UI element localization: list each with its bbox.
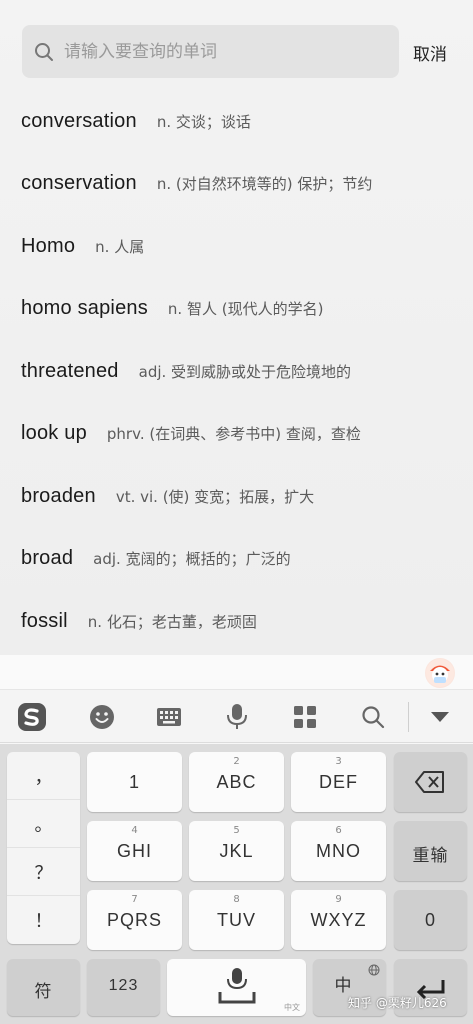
microphone-icon [227, 704, 247, 729]
punct-comma-key[interactable]: ， [7, 752, 80, 800]
definition: n. 人属 [95, 237, 145, 256]
word: conservation [21, 171, 137, 194]
key-label: ABC [216, 772, 257, 792]
key-label: 重输 [412, 846, 449, 866]
list-item[interactable]: broad adj. 宽阔的；概括的；广泛的 [0, 527, 473, 589]
definition: n. 化石；老古董，老顽固 [87, 612, 257, 631]
collapse-keyboard-button[interactable] [420, 690, 460, 744]
search-bar: 取消 [0, 0, 473, 100]
key-number: 6 [335, 825, 342, 836]
grid-icon [294, 706, 316, 728]
key-label: 符 [34, 982, 53, 1002]
key-number: 4 [131, 825, 138, 836]
search-field[interactable] [22, 25, 399, 78]
key-0[interactable]: 0 [394, 890, 467, 950]
list-item[interactable]: fossil n. 化石；老古董，老顽固 [0, 590, 473, 652]
search-icon [362, 706, 385, 729]
word: fossil [21, 609, 68, 632]
list-item[interactable]: Homo n. 人属 [0, 215, 473, 277]
definition: n. 交谈；谈话 [156, 112, 251, 131]
emoji-button[interactable] [82, 690, 122, 744]
chevron-down-icon [431, 712, 449, 722]
keypad: ， 。 ？ ！ 1 2 ABC 3 DEF 4 GHI 5 JKL 6 MNO … [0, 744, 473, 1024]
definition: phrv. (在词典、参考书中) 查阅，查检 [106, 424, 361, 443]
key-label: 123 [108, 977, 139, 994]
voice-input-button[interactable] [217, 690, 257, 744]
key-1[interactable]: 1 [87, 752, 182, 812]
sogou-logo-icon [18, 703, 46, 731]
list-item[interactable]: threatened adj. 受到威胁或处于危险境地的 [0, 340, 473, 402]
keyboard-top-strip [0, 655, 473, 689]
key-number: 7 [131, 894, 138, 905]
search-input[interactable] [64, 35, 384, 69]
key-label: WXYZ [310, 910, 367, 930]
definition: adj. 宽阔的；概括的；广泛的 [93, 549, 291, 568]
word: threatened [21, 359, 119, 382]
word: Homo [21, 234, 76, 257]
toolbar-divider [408, 702, 409, 732]
key-5-jkl[interactable]: 5 JKL [189, 821, 284, 881]
word: broaden [21, 484, 96, 507]
list-item[interactable]: look up phrv. (在词典、参考书中) 查阅，查检 [0, 402, 473, 464]
globe-icon [368, 964, 380, 976]
key-number: 9 [335, 894, 342, 905]
key-label: 0 [424, 910, 436, 930]
space-hint: 中文 [284, 1003, 300, 1012]
key-3-def[interactable]: 3 DEF [291, 752, 386, 812]
search-screen: 取消 conversation n. 交谈；谈话 conservation n.… [0, 0, 473, 655]
word: conversation [21, 109, 137, 132]
key-label: JKL [219, 841, 254, 861]
toolbox-button[interactable] [285, 690, 325, 744]
key-label: PQRS [106, 910, 162, 930]
key-label: DEF [319, 772, 358, 792]
cancel-button[interactable]: 取消 [413, 40, 447, 65]
definition: adj. 受到威胁或处于危险境地的 [138, 362, 352, 381]
punct-question-key[interactable]: ？ [7, 848, 80, 896]
key-9-wxyz[interactable]: 9 WXYZ [291, 890, 386, 950]
backspace-icon [415, 771, 444, 793]
key-number: 2 [233, 756, 240, 767]
keyboard-icon [157, 708, 181, 726]
word: homo sapiens [21, 296, 148, 319]
punct-exclaim-key[interactable]: ！ [7, 896, 80, 944]
space-key[interactable]: 中文 [167, 959, 306, 1016]
keyboard-toolbar [0, 689, 473, 743]
key-label: 1 [128, 772, 140, 792]
punct-period-key[interactable]: 。 [7, 800, 80, 848]
list-item[interactable]: broaden vt. vi. (使) 变宽；拓展，扩大 [0, 465, 473, 527]
sogou-logo-button[interactable] [12, 690, 52, 744]
list-item[interactable]: homo sapiens n. 智人 (现代人的学名) [0, 277, 473, 339]
punctuation-column: ， 。 ？ ！ [7, 752, 80, 944]
emoji-icon [90, 705, 114, 729]
search-icon [35, 43, 53, 61]
microphone-icon [218, 968, 256, 1004]
key-2-abc[interactable]: 2 ABC [189, 752, 284, 812]
list-item[interactable]: conversation n. 交谈；谈话 [0, 90, 473, 152]
numbers-key[interactable]: 123 [87, 959, 160, 1016]
key-number: 5 [233, 825, 240, 836]
key-number: 8 [233, 894, 240, 905]
backspace-key[interactable] [394, 752, 467, 812]
symbols-key[interactable]: 符 [7, 959, 80, 1016]
keyboard: ， 。 ？ ！ 1 2 ABC 3 DEF 4 GHI 5 JKL 6 MNO … [0, 655, 473, 1024]
definition: n. (对自然环境等的) 保护；节约 [156, 174, 373, 193]
keyboard-switch-button[interactable] [149, 690, 189, 744]
key-label: MNO [316, 841, 361, 861]
word: look up [21, 421, 87, 444]
key-4-ghi[interactable]: 4 GHI [87, 821, 182, 881]
key-6-mno[interactable]: 6 MNO [291, 821, 386, 881]
reinput-key[interactable]: 重输 [394, 821, 467, 881]
key-8-tuv[interactable]: 8 TUV [189, 890, 284, 950]
definition: n. 智人 (现代人的学名) [167, 299, 324, 318]
watermark: 知乎 @栗籽儿626 [348, 996, 447, 1010]
mascot-icon[interactable] [425, 658, 455, 688]
definition: vt. vi. (使) 变宽；拓展，扩大 [115, 487, 315, 506]
keyboard-search-button[interactable] [353, 690, 393, 744]
key-7-pqrs[interactable]: 7 PQRS [87, 890, 182, 950]
key-number: 3 [335, 756, 342, 767]
key-label: TUV [217, 910, 256, 930]
key-label: GHI [116, 841, 152, 861]
word: broad [21, 546, 74, 569]
list-item[interactable]: conservation n. (对自然环境等的) 保护；节约 [0, 152, 473, 214]
